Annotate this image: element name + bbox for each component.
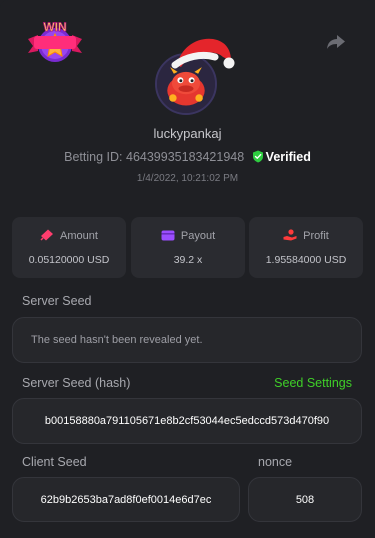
- bet-datetime: 1/4/2022, 10:21:02 PM: [136, 173, 239, 184]
- amount-header: Amount: [12, 229, 126, 242]
- profit-card: Profit 1.95584000 USD: [249, 217, 363, 278]
- betting-id-value: 46439935183421948: [126, 150, 245, 164]
- server-seed-field[interactable]: The seed hasn't been revealed yet.: [12, 317, 362, 363]
- payout-label: Payout: [180, 230, 216, 242]
- nonce-field[interactable]: 508: [248, 477, 362, 522]
- share-arrow-icon[interactable]: [326, 33, 346, 51]
- payout-header: Payout: [131, 229, 245, 242]
- profit-label: Profit: [303, 230, 329, 242]
- ticket-icon: [40, 229, 54, 241]
- verified-shield-icon: [252, 150, 263, 163]
- verified-label: Verified: [265, 150, 311, 164]
- server-seed-value: The seed hasn't been revealed yet.: [31, 334, 203, 346]
- avatar: [155, 38, 235, 119]
- nonce-label: nonce: [258, 455, 293, 469]
- client-seed-value: 62b9b2653ba7ad8f0ef0014e6d7ec: [40, 493, 212, 506]
- profit-value: 1.95584000 USD: [265, 254, 347, 266]
- server-seed-label: Server Seed: [22, 294, 92, 308]
- amount-card: Amount 0.05120000 USD: [12, 217, 126, 278]
- seed-settings-link[interactable]: Seed Settings: [274, 376, 352, 390]
- client-seed-label: Client Seed: [22, 455, 87, 469]
- amount-value: 0.05120000 USD: [28, 254, 110, 266]
- server-seed-hash-label: Server Seed (hash): [22, 376, 131, 390]
- profit-header: Profit: [249, 229, 363, 242]
- server-seed-hash-value: b00158880a791105671e8b2cf53044ec5edccd57…: [44, 415, 330, 427]
- server-seed-hash-field[interactable]: b00158880a791105671e8b2cf53044ec5edccd57…: [12, 398, 362, 444]
- nonce-value: 508: [295, 493, 315, 506]
- wallet-icon: [161, 230, 175, 241]
- payout-value: 39.2 x: [173, 254, 203, 266]
- username: luckypankaj: [153, 126, 222, 141]
- hand-coin-icon: [283, 229, 297, 241]
- bet-details-panel: WIN luckypankaj Betting ID: 464399351834…: [0, 0, 375, 538]
- payout-card: Payout 39.2 x: [131, 217, 245, 278]
- win-badge-icon: WIN: [28, 20, 82, 62]
- betting-id-label: Betting ID:: [64, 150, 123, 164]
- santa-hat-icon: [171, 38, 235, 69]
- betting-id-row: Betting ID: 46439935183421948 Verified: [0, 150, 375, 164]
- client-seed-field[interactable]: 62b9b2653ba7ad8f0ef0014e6d7ec: [12, 477, 240, 522]
- amount-label: Amount: [60, 230, 98, 242]
- win-badge-text: WIN: [43, 20, 66, 34]
